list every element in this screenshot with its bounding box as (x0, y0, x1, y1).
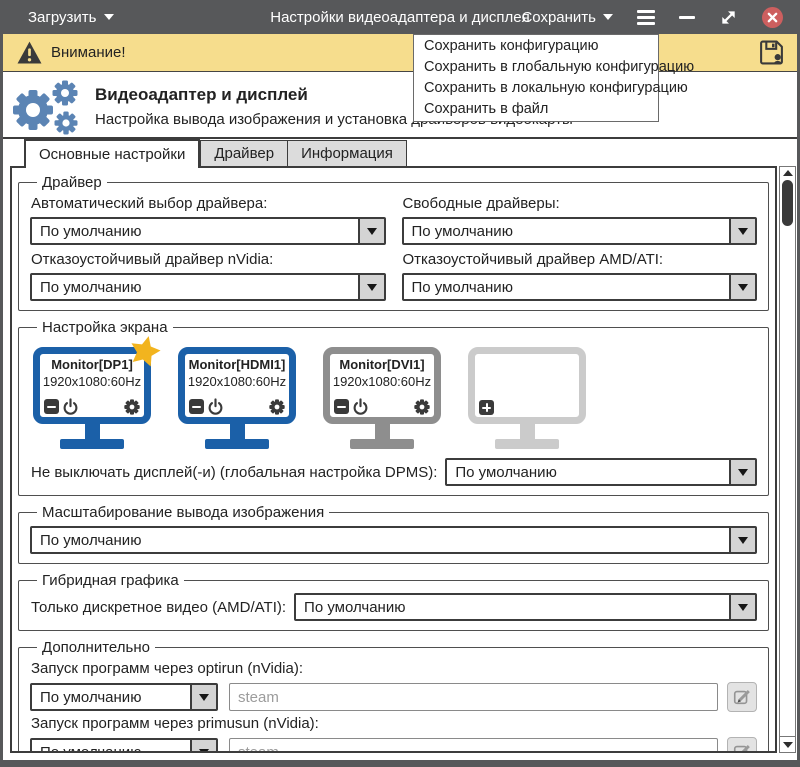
monitor-settings-button[interactable] (124, 399, 140, 415)
dpms-label: Не выключать дисплей(-и) (глобальная нас… (31, 464, 437, 481)
save-config-icon-button[interactable] (758, 39, 785, 66)
monitor-row: Monitor[DP1] 1920x1080:60Hz (33, 347, 757, 449)
monitor-disable-button[interactable] (44, 399, 59, 414)
primusun-edit-button[interactable] (727, 737, 757, 753)
close-button[interactable] (762, 7, 783, 28)
hybrid-group-legend: Гибридная графика (37, 572, 184, 589)
scaling-select[interactable]: По умолчанию (30, 526, 757, 554)
gear-icon (414, 399, 430, 415)
dropdown-arrow-icon[interactable] (729, 528, 755, 552)
dropdown-arrow-icon[interactable] (190, 740, 216, 753)
discrete-video-label: Только дискретное видео (AMD/ATI): (31, 599, 286, 616)
auto-driver-label: Автоматический выбор драйвера: (31, 195, 386, 212)
chevron-down-icon (603, 14, 613, 20)
edit-pencil-icon (732, 687, 752, 707)
edit-pencil-icon (732, 742, 752, 753)
load-menu-button[interactable]: Загрузить (28, 9, 114, 26)
menu-item-save-file[interactable]: Сохранить в файл (414, 99, 658, 120)
dpms-select[interactable]: По умолчанию (445, 458, 757, 486)
free-drivers-label: Свободные драйверы: (403, 195, 758, 212)
page-title: Видеоадаптер и дисплей (95, 85, 308, 105)
power-icon[interactable] (62, 398, 79, 415)
dropdown-arrow-icon[interactable] (729, 275, 755, 299)
scrollbar-thumb[interactable] (782, 180, 793, 226)
dropdown-arrow-icon[interactable] (729, 460, 755, 484)
failsafe-amd-select[interactable]: По умолчанию (402, 273, 758, 301)
monitor-disable-button[interactable] (189, 399, 204, 414)
driver-group-legend: Драйвер (37, 174, 107, 191)
tab-bar: Основные настройки Драйвер Информация (24, 139, 407, 166)
screen-group: Настройка экрана Monitor[DP1] 1920x1080:… (18, 319, 769, 496)
menu-icon[interactable] (637, 10, 655, 25)
scaling-group: Масштабирование вывода изображения По ум… (18, 504, 769, 564)
vertical-scrollbar[interactable] (779, 166, 796, 753)
floppy-save-icon (758, 39, 785, 66)
menu-item-save-local[interactable]: Сохранить в локальную конфигурацию (414, 78, 658, 99)
dropdown-arrow-icon[interactable] (729, 595, 755, 619)
power-icon[interactable] (352, 398, 369, 415)
load-menu-label: Загрузить (28, 9, 97, 26)
dropdown-arrow-icon[interactable] (190, 685, 216, 709)
gear-icon (124, 399, 140, 415)
failsafe-nvidia-label: Отказоустойчивый драйвер nVidia: (31, 251, 386, 268)
save-menu-button[interactable]: Сохранить (521, 9, 613, 26)
optirun-edit-button[interactable] (727, 682, 757, 712)
warning-text: Внимание! (51, 44, 126, 61)
failsafe-amd-label: Отказоустойчивый драйвер AMD/ATI: (403, 251, 758, 268)
hybrid-group: Гибридная графика Только дискретное виде… (18, 572, 769, 631)
scaling-group-legend: Масштабирование вывода изображения (37, 504, 329, 521)
monitor-screen: Monitor[DVI1] 1920x1080:60Hz (323, 347, 441, 424)
monitor-disable-button[interactable] (334, 399, 349, 414)
save-dropdown-menu: Сохранить конфигурацию Сохранить в глоба… (413, 34, 659, 122)
gears-icon (9, 80, 85, 136)
monitor-card-dp1[interactable]: Monitor[DP1] 1920x1080:60Hz (33, 347, 151, 449)
auto-driver-select[interactable]: По умолчанию (30, 217, 386, 245)
extra-group: Дополнительно Запуск программ через opti… (18, 639, 769, 753)
title-bar: Загрузить Настройки видеоадаптера и дисп… (3, 0, 797, 34)
chevron-down-icon (104, 14, 114, 20)
monitor-settings-button[interactable] (269, 399, 285, 415)
primusun-label: Запуск программ через primusun (nVidia): (31, 715, 757, 732)
primusun-command-input[interactable] (229, 738, 718, 753)
warning-icon (17, 41, 42, 64)
optirun-label: Запуск программ через optirun (nVidia): (31, 660, 757, 677)
monitor-screen (468, 347, 586, 424)
dropdown-arrow-icon[interactable] (729, 219, 755, 243)
monitor-card-hdmi1[interactable]: Monitor[HDMI1] 1920x1080:60Hz (178, 347, 296, 449)
scroll-up-icon[interactable] (780, 170, 795, 176)
tab-main-settings[interactable]: Основные настройки (24, 139, 200, 168)
scroll-down-icon[interactable] (780, 736, 795, 752)
monitor-card-dvi1[interactable]: Monitor[DVI1] 1920x1080:60Hz (323, 347, 441, 449)
resize-icon[interactable] (719, 8, 738, 27)
monitor-screen: Monitor[HDMI1] 1920x1080:60Hz (178, 347, 296, 424)
tab-info[interactable]: Информация (288, 140, 407, 166)
optirun-select[interactable]: По умолчанию (30, 683, 218, 711)
gear-icon (269, 399, 285, 415)
optirun-command-input[interactable] (229, 683, 718, 711)
minimize-button[interactable] (679, 16, 695, 19)
tab-driver[interactable]: Драйвер (200, 140, 288, 166)
driver-group: Драйвер Автоматический выбор драйвера: П… (18, 174, 769, 311)
monitor-add-button[interactable] (479, 400, 494, 415)
close-icon (767, 12, 778, 23)
extra-group-legend: Дополнительно (37, 639, 155, 656)
dropdown-arrow-icon[interactable] (358, 275, 384, 299)
power-icon[interactable] (207, 398, 224, 415)
discrete-video-select[interactable]: По умолчанию (294, 593, 757, 621)
dropdown-arrow-icon[interactable] (358, 219, 384, 243)
menu-item-save-global[interactable]: Сохранить в глобальную конфигурацию (414, 57, 658, 78)
app-window: Загрузить Настройки видеоадаптера и дисп… (3, 0, 797, 760)
failsafe-nvidia-select[interactable]: По умолчанию (30, 273, 386, 301)
free-drivers-select[interactable]: По умолчанию (402, 217, 758, 245)
monitor-card-empty[interactable] (468, 347, 586, 449)
monitor-settings-button[interactable] (414, 399, 430, 415)
menu-item-save-config[interactable]: Сохранить конфигурацию (414, 36, 658, 57)
primusun-select[interactable]: По умолчанию (30, 738, 218, 753)
save-menu-label: Сохранить (521, 9, 596, 26)
settings-panel: Драйвер Автоматический выбор драйвера: П… (10, 166, 777, 753)
